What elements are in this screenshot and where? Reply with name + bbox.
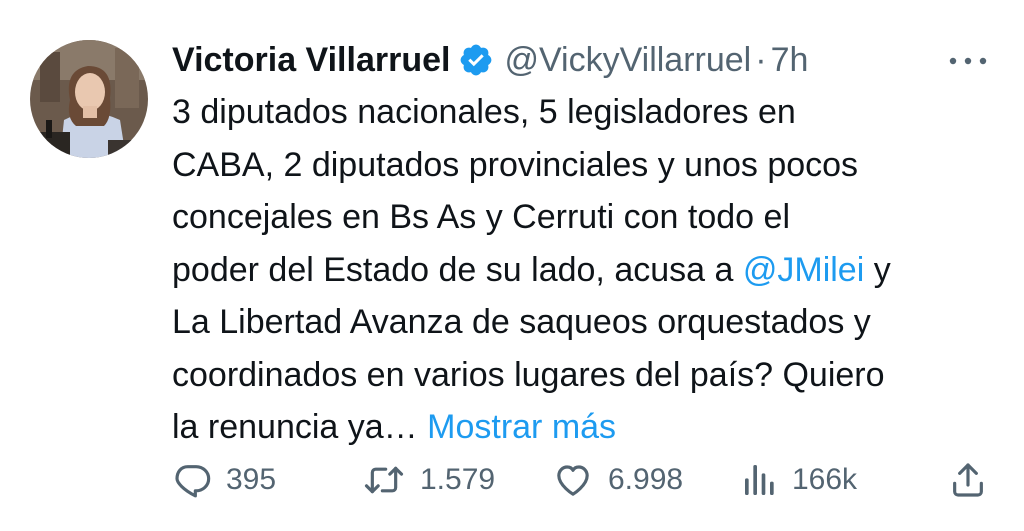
share-button[interactable] bbox=[948, 458, 988, 502]
verified-badge-icon[interactable] bbox=[458, 42, 494, 78]
views-count: 166k bbox=[792, 463, 858, 496]
show-more-link[interactable]: Mostrar más bbox=[427, 408, 616, 446]
mention-link[interactable]: @JMilei bbox=[743, 251, 864, 289]
tweet-text-line: concejales en Bs As y Cerruti con todo e… bbox=[172, 198, 790, 236]
retweet-button[interactable]: 1.579 bbox=[362, 458, 495, 502]
more-options-icon[interactable] bbox=[944, 46, 992, 76]
tweet-text-line: CABA, 2 diputados provinciales y unos po… bbox=[172, 145, 859, 184]
retweet-count: 1.579 bbox=[420, 463, 496, 496]
tweet-text-segment: poder del Estado de su lado, acusa a bbox=[172, 250, 743, 289]
separator-dot: · bbox=[755, 40, 767, 79]
reply-count: 395 bbox=[226, 463, 277, 496]
tweet-text-line: coordinados en varios lugares del país? … bbox=[172, 355, 885, 394]
action-bar: 395 1.579 6.998 166k bbox=[172, 458, 1002, 502]
like-button[interactable]: 6.998 bbox=[552, 458, 683, 502]
tweet-text-line: la renuncia ya… Mostrar más bbox=[172, 401, 1002, 454]
reply-icon bbox=[172, 460, 212, 500]
tweet-text-segment: la renuncia ya… bbox=[172, 408, 428, 446]
tweet-text: 3 diputados nacionales, 5 legisladores e… bbox=[172, 86, 1002, 454]
tweet-text-line: poder del Estado de su lado, acusa a @JM… bbox=[172, 244, 1002, 297]
display-name[interactable]: Victoria Villarruel bbox=[172, 41, 450, 80]
handle[interactable]: @VickyVillarruel bbox=[504, 41, 751, 80]
tweet-text-line: La Libertad Avanza de saqueos orquestado… bbox=[172, 303, 871, 341]
tweet[interactable]: Victoria Villarruel @VickyVillarruel · 7… bbox=[0, 0, 1024, 531]
heart-icon bbox=[552, 460, 594, 500]
views-chart-icon bbox=[742, 460, 778, 500]
timestamp[interactable]: 7h bbox=[771, 41, 809, 80]
reply-button[interactable]: 395 bbox=[172, 458, 276, 502]
tweet-header: Victoria Villarruel @VickyVillarruel · 7… bbox=[172, 38, 808, 82]
tweet-text-line: 3 diputados nacionales, 5 legisladores e… bbox=[172, 93, 796, 131]
views-button[interactable]: 166k bbox=[742, 458, 857, 502]
avatar[interactable] bbox=[30, 40, 148, 158]
like-count: 6.998 bbox=[608, 463, 684, 496]
retweet-icon bbox=[362, 460, 406, 500]
tweet-text-segment: y bbox=[864, 250, 891, 289]
share-icon bbox=[948, 460, 988, 500]
